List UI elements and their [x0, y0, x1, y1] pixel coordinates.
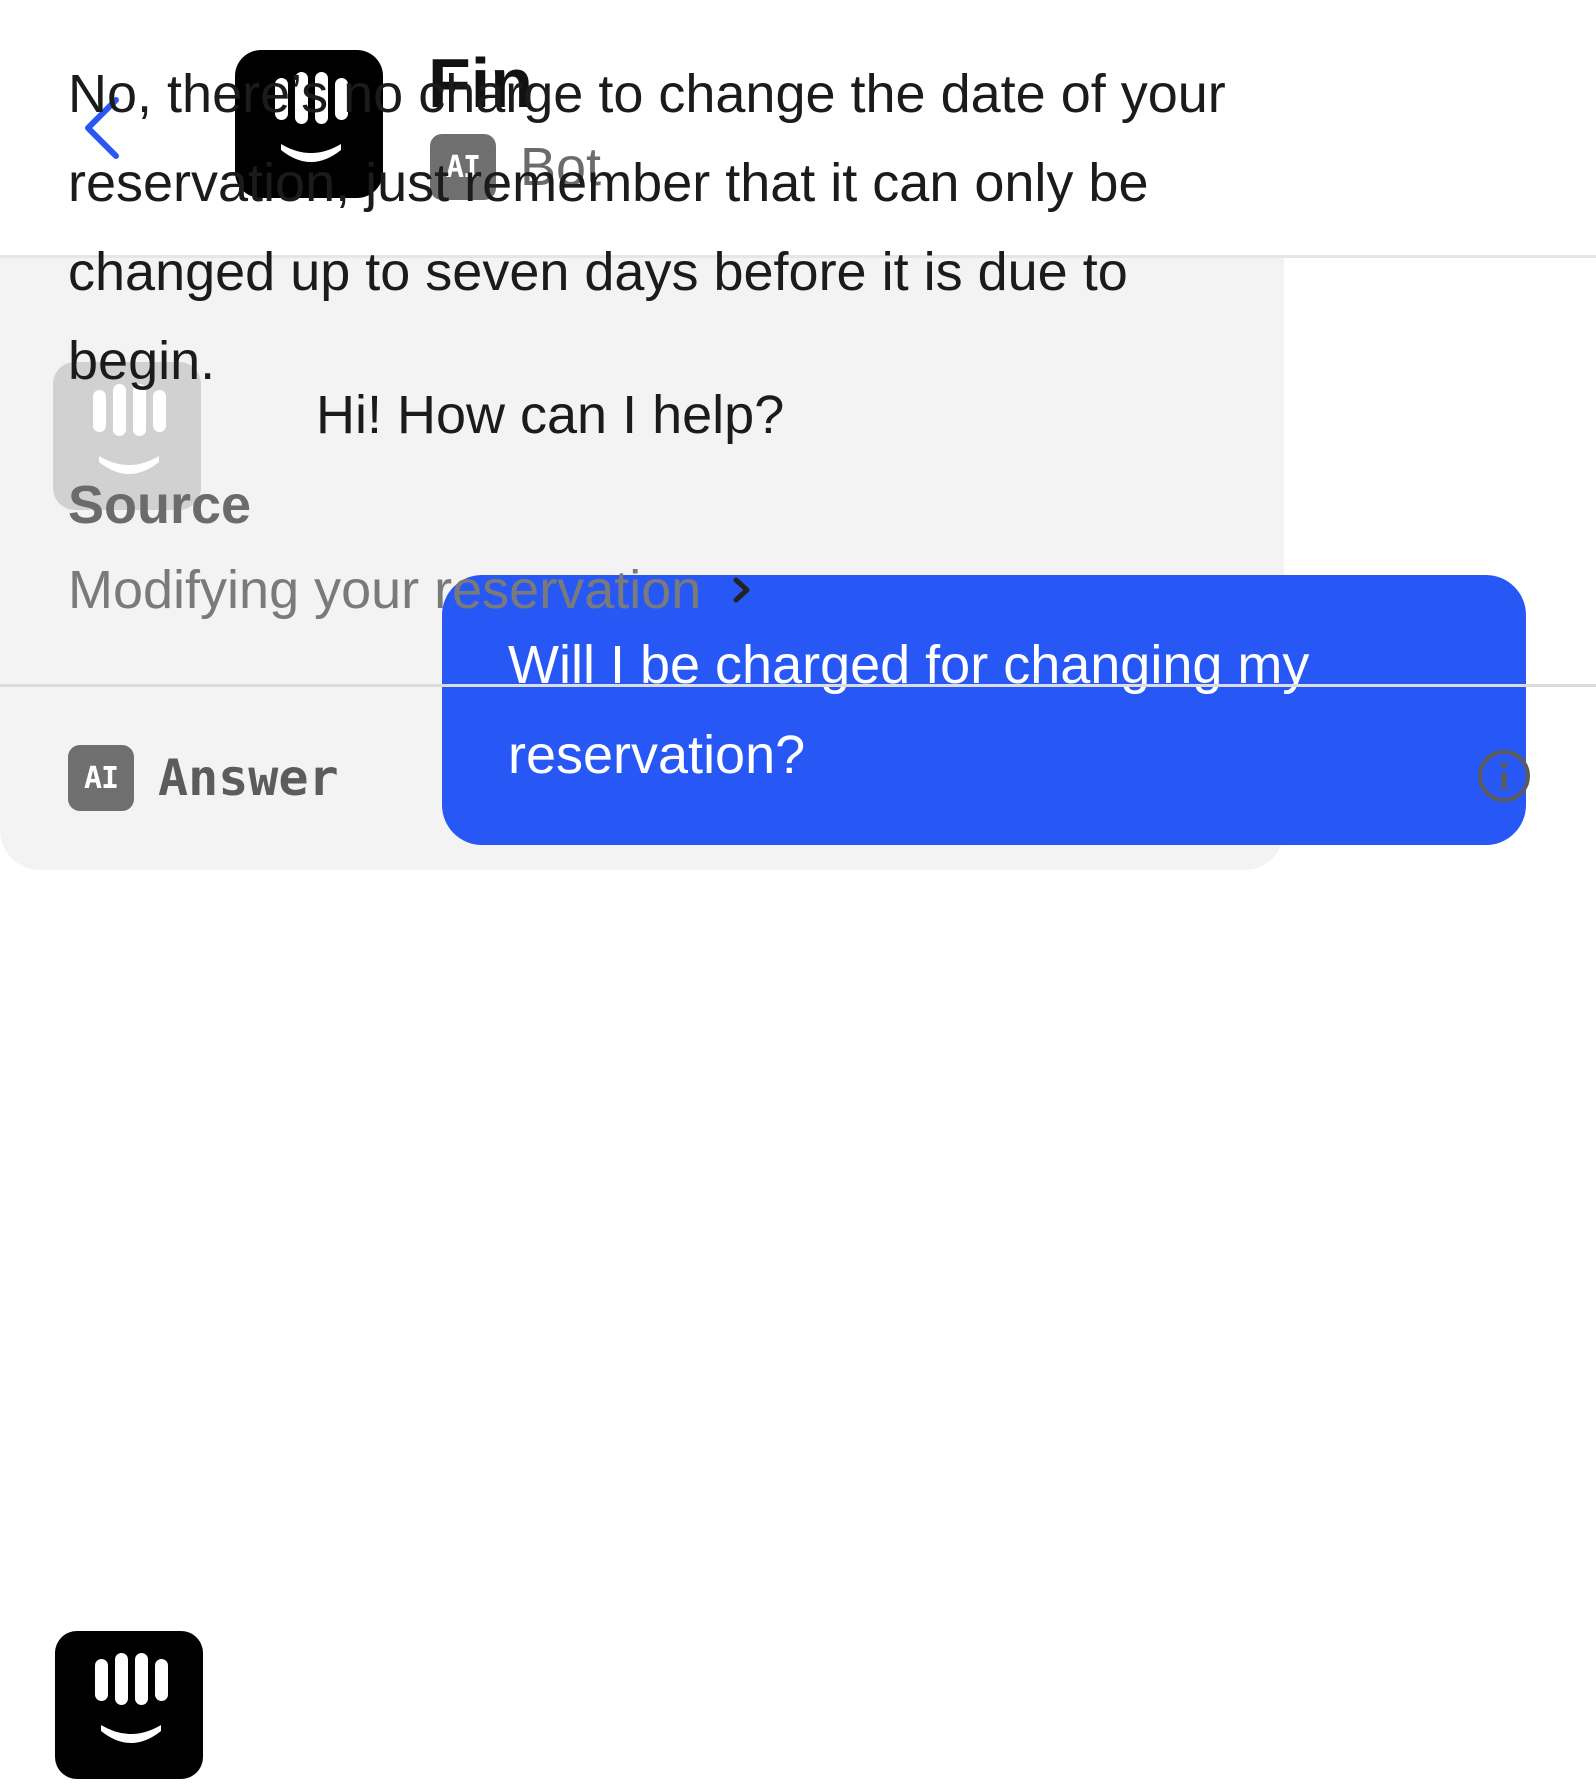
- answer-footer: AI Answer: [68, 745, 339, 811]
- source-heading: Source: [68, 475, 252, 535]
- source-link[interactable]: Modifying your reservation: [68, 555, 757, 625]
- chevron-right-icon: [727, 570, 757, 610]
- answer-label: Answer: [158, 749, 339, 807]
- answer-text: No, there’s no charge to change the date…: [68, 64, 1226, 391]
- fin-logo-icon: [95, 1653, 168, 1743]
- bot-avatar: [55, 1631, 203, 1779]
- source-link-label: Modifying your reservation: [68, 560, 702, 620]
- divider: [0, 684, 1596, 687]
- ai-badge: AI: [68, 745, 134, 811]
